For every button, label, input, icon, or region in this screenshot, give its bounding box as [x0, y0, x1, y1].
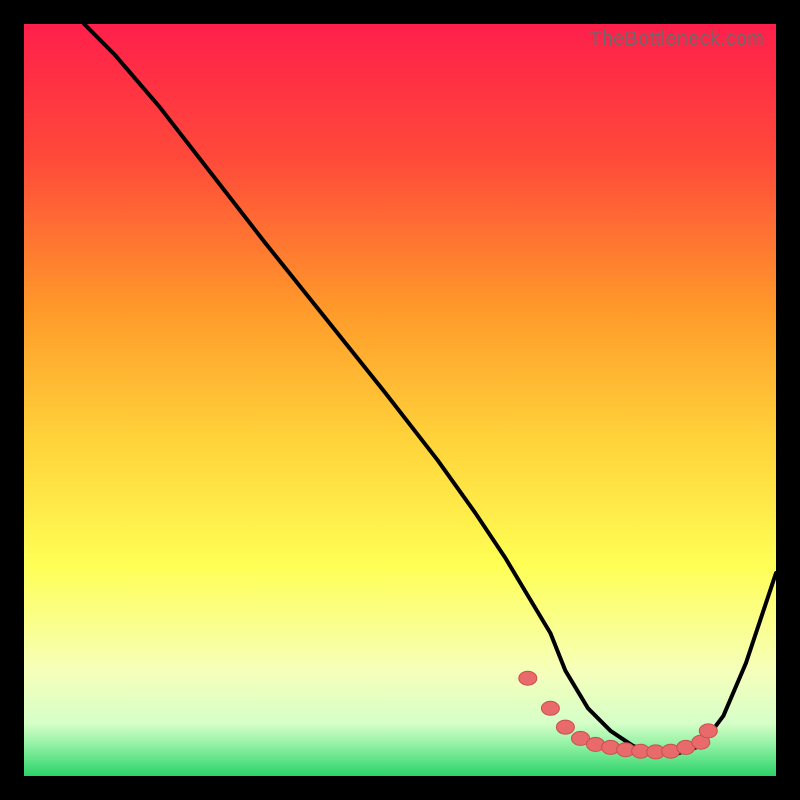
- data-dot: [556, 720, 574, 734]
- chart-svg: [24, 24, 776, 776]
- data-dot: [519, 671, 537, 685]
- chart-frame: TheBottleneck.com: [24, 24, 776, 776]
- data-dot: [541, 701, 559, 715]
- gradient-background: [24, 24, 776, 776]
- watermark-text: TheBottleneck.com: [589, 28, 764, 51]
- data-dot: [699, 724, 717, 738]
